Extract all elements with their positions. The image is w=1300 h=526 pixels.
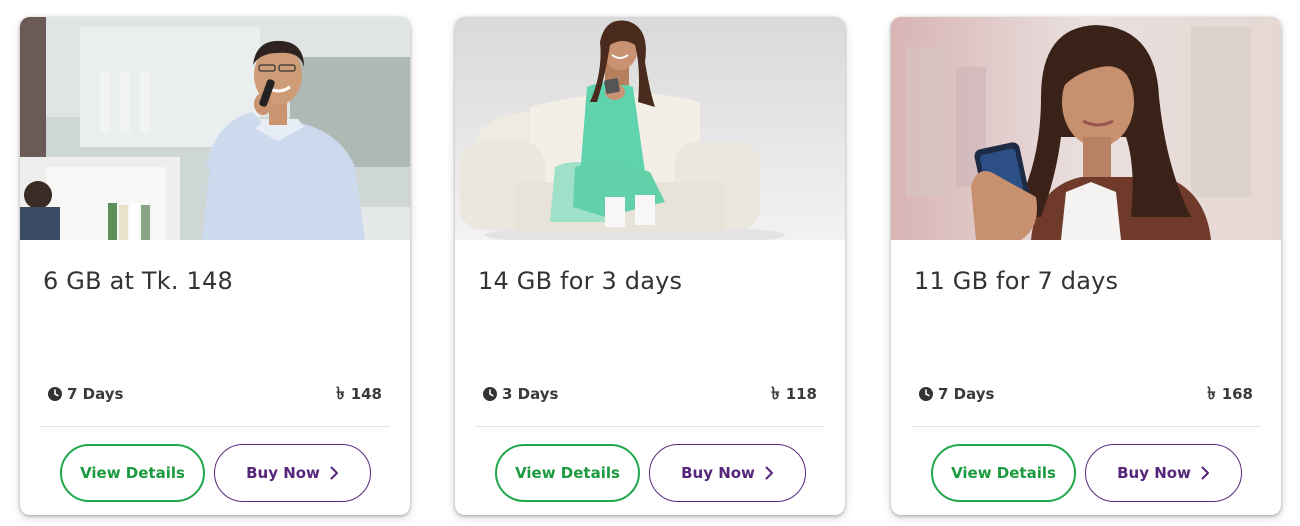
divider [911, 426, 1261, 427]
offer-price: ৳ 148 [336, 385, 382, 403]
offer-card: 14 GB for 3 days 3 Days ৳ 118 View Detai… [455, 17, 845, 515]
price-value: 118 [785, 385, 817, 403]
price-value: 148 [350, 385, 382, 403]
buy-now-label: Buy Now [681, 464, 755, 482]
divider [475, 426, 825, 427]
offer-photo-man-on-phone [20, 17, 410, 240]
buy-now-button[interactable]: Buy Now [649, 444, 806, 502]
validity-label: 3 Days [502, 385, 559, 403]
clock-icon [48, 387, 62, 401]
offer-card: 6 GB at Tk. 148 7 Days ৳ 148 View Detail… [20, 17, 410, 515]
buy-now-label: Buy Now [1117, 464, 1191, 482]
offer-title: 11 GB for 7 days [914, 267, 1119, 295]
offer-price: ৳ 118 [771, 385, 817, 403]
offer-validity: 7 Days [919, 385, 994, 403]
view-details-button[interactable]: View Details [495, 444, 640, 502]
view-details-button[interactable]: View Details [60, 444, 205, 502]
taka-icon: ৳ [1207, 383, 1216, 404]
offer-photo-woman-on-armchair [455, 17, 845, 240]
taka-icon: ৳ [771, 383, 780, 404]
offer-title: 14 GB for 3 days [478, 267, 683, 295]
offer-title: 6 GB at Tk. 148 [43, 267, 233, 295]
offer-price: ৳ 168 [1207, 385, 1253, 403]
offer-meta: 7 Days ৳ 148 [48, 385, 382, 405]
offer-validity: 3 Days [483, 385, 558, 403]
chevron-right-icon [765, 466, 774, 480]
clock-icon [919, 387, 933, 401]
chevron-right-icon [330, 466, 339, 480]
validity-label: 7 Days [938, 385, 995, 403]
validity-label: 7 Days [67, 385, 124, 403]
offer-meta: 7 Days ৳ 168 [919, 385, 1253, 405]
price-value: 168 [1221, 385, 1253, 403]
taka-icon: ৳ [336, 383, 345, 404]
view-details-button[interactable]: View Details [931, 444, 1076, 502]
offer-meta: 3 Days ৳ 118 [483, 385, 817, 405]
chevron-right-icon [1201, 466, 1210, 480]
offer-validity: 7 Days [48, 385, 123, 403]
offer-photo-woman-with-smartphone [891, 17, 1281, 240]
offer-card: 11 GB for 7 days 7 Days ৳ 168 View Detai… [891, 17, 1281, 515]
divider [40, 426, 390, 427]
buy-now-button[interactable]: Buy Now [214, 444, 371, 502]
buy-now-label: Buy Now [246, 464, 320, 482]
clock-icon [483, 387, 497, 401]
buy-now-button[interactable]: Buy Now [1085, 444, 1242, 502]
